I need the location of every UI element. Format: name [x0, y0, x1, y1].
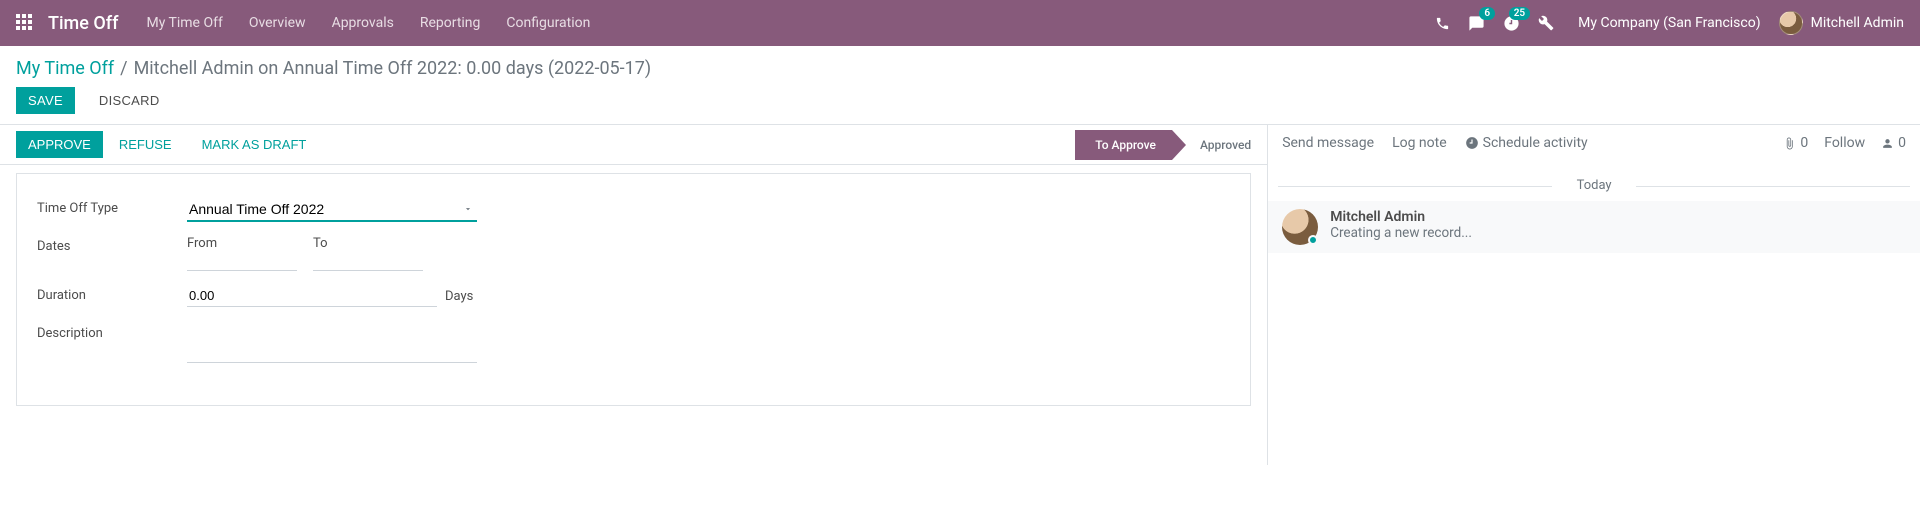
followers-count: 0	[1898, 135, 1906, 151]
messages-icon[interactable]: 6	[1468, 15, 1485, 32]
messages-badge: 6	[1479, 7, 1495, 20]
approve-button[interactable]: Approve	[16, 131, 103, 158]
breadcrumb-separator: /	[120, 58, 127, 79]
log-note-button[interactable]: Log note	[1392, 135, 1447, 151]
schedule-activity-label: Schedule activity	[1483, 135, 1588, 151]
status-to-approve[interactable]: To Approve	[1075, 130, 1172, 160]
duration-input[interactable]	[187, 285, 437, 307]
main-menu: My Time Off Overview Approvals Reporting…	[146, 15, 590, 31]
breadcrumb-root[interactable]: My Time Off	[16, 58, 114, 79]
label-to: To	[313, 236, 423, 251]
status-approved[interactable]: Approved	[1172, 130, 1267, 160]
message-author: Mitchell Admin	[1330, 209, 1472, 225]
control-buttons: Save Discard	[16, 87, 1904, 114]
form-area: Approve Refuse Mark as Draft To Approve …	[0, 125, 1267, 465]
follow-button[interactable]: Follow	[1824, 135, 1865, 151]
user-menu[interactable]: Mitchell Admin	[1779, 11, 1904, 35]
top-navbar: Time Off My Time Off Overview Approvals …	[0, 0, 1920, 46]
menu-configuration[interactable]: Configuration	[506, 15, 590, 31]
person-icon	[1881, 137, 1894, 150]
message-text: Creating a new record...	[1330, 225, 1472, 241]
chatter-date-divider: Today	[1268, 178, 1920, 193]
label-dates: Dates	[37, 236, 187, 254]
chatter-message: Mitchell Admin Creating a new record...	[1268, 201, 1920, 253]
menu-reporting[interactable]: Reporting	[420, 15, 481, 31]
save-button[interactable]: Save	[16, 87, 75, 114]
message-avatar	[1282, 209, 1318, 245]
label-duration: Duration	[37, 285, 187, 303]
menu-my-time-off[interactable]: My Time Off	[146, 15, 222, 31]
activities-badge: 25	[1509, 7, 1530, 20]
chatter: Send message Log note Schedule activity …	[1267, 125, 1920, 465]
clock-icon	[1465, 136, 1479, 150]
menu-approvals[interactable]: Approvals	[332, 15, 394, 31]
debug-icon[interactable]	[1538, 15, 1554, 31]
date-to-input[interactable]	[313, 251, 423, 271]
label-description: Description	[37, 323, 187, 341]
paperclip-icon	[1783, 137, 1796, 150]
label-from: From	[187, 236, 297, 251]
chatter-topbar: Send message Log note Schedule activity …	[1268, 125, 1920, 162]
refuse-button[interactable]: Refuse	[105, 131, 186, 158]
main-area: Approve Refuse Mark as Draft To Approve …	[0, 125, 1920, 465]
send-message-button[interactable]: Send message	[1282, 135, 1374, 151]
form-sheet: Time Off Type Dates From	[16, 173, 1251, 406]
time-off-type-input[interactable]	[187, 198, 477, 222]
followers-button[interactable]: 0	[1881, 135, 1906, 151]
apps-launcher-icon[interactable]	[16, 14, 34, 32]
label-time-off-type: Time Off Type	[37, 198, 187, 216]
breadcrumb-current: Mitchell Admin on Annual Time Off 2022: …	[134, 58, 652, 79]
duration-unit: Days	[445, 289, 473, 304]
status-bar: Approve Refuse Mark as Draft To Approve …	[0, 125, 1267, 165]
schedule-activity-button[interactable]: Schedule activity	[1465, 135, 1588, 151]
presence-indicator-icon	[1308, 235, 1318, 245]
phone-icon[interactable]	[1435, 16, 1450, 31]
discard-button[interactable]: Discard	[87, 87, 172, 114]
control-panel: My Time Off / Mitchell Admin on Annual T…	[0, 46, 1920, 125]
attachments-count: 0	[1800, 135, 1808, 151]
breadcrumb: My Time Off / Mitchell Admin on Annual T…	[16, 58, 1904, 79]
menu-overview[interactable]: Overview	[249, 15, 306, 31]
description-input[interactable]	[187, 323, 477, 363]
user-name: Mitchell Admin	[1811, 15, 1904, 31]
systray: 6 25 My Company (San Francisco) Mitchell…	[1435, 11, 1904, 35]
activities-icon[interactable]: 25	[1503, 15, 1520, 32]
date-from-input[interactable]	[187, 251, 297, 271]
app-brand: Time Off	[48, 13, 118, 34]
attachments-button[interactable]: 0	[1783, 135, 1808, 151]
mark-as-draft-button[interactable]: Mark as Draft	[188, 131, 321, 158]
company-switcher[interactable]: My Company (San Francisco)	[1578, 15, 1760, 31]
user-avatar	[1779, 11, 1803, 35]
